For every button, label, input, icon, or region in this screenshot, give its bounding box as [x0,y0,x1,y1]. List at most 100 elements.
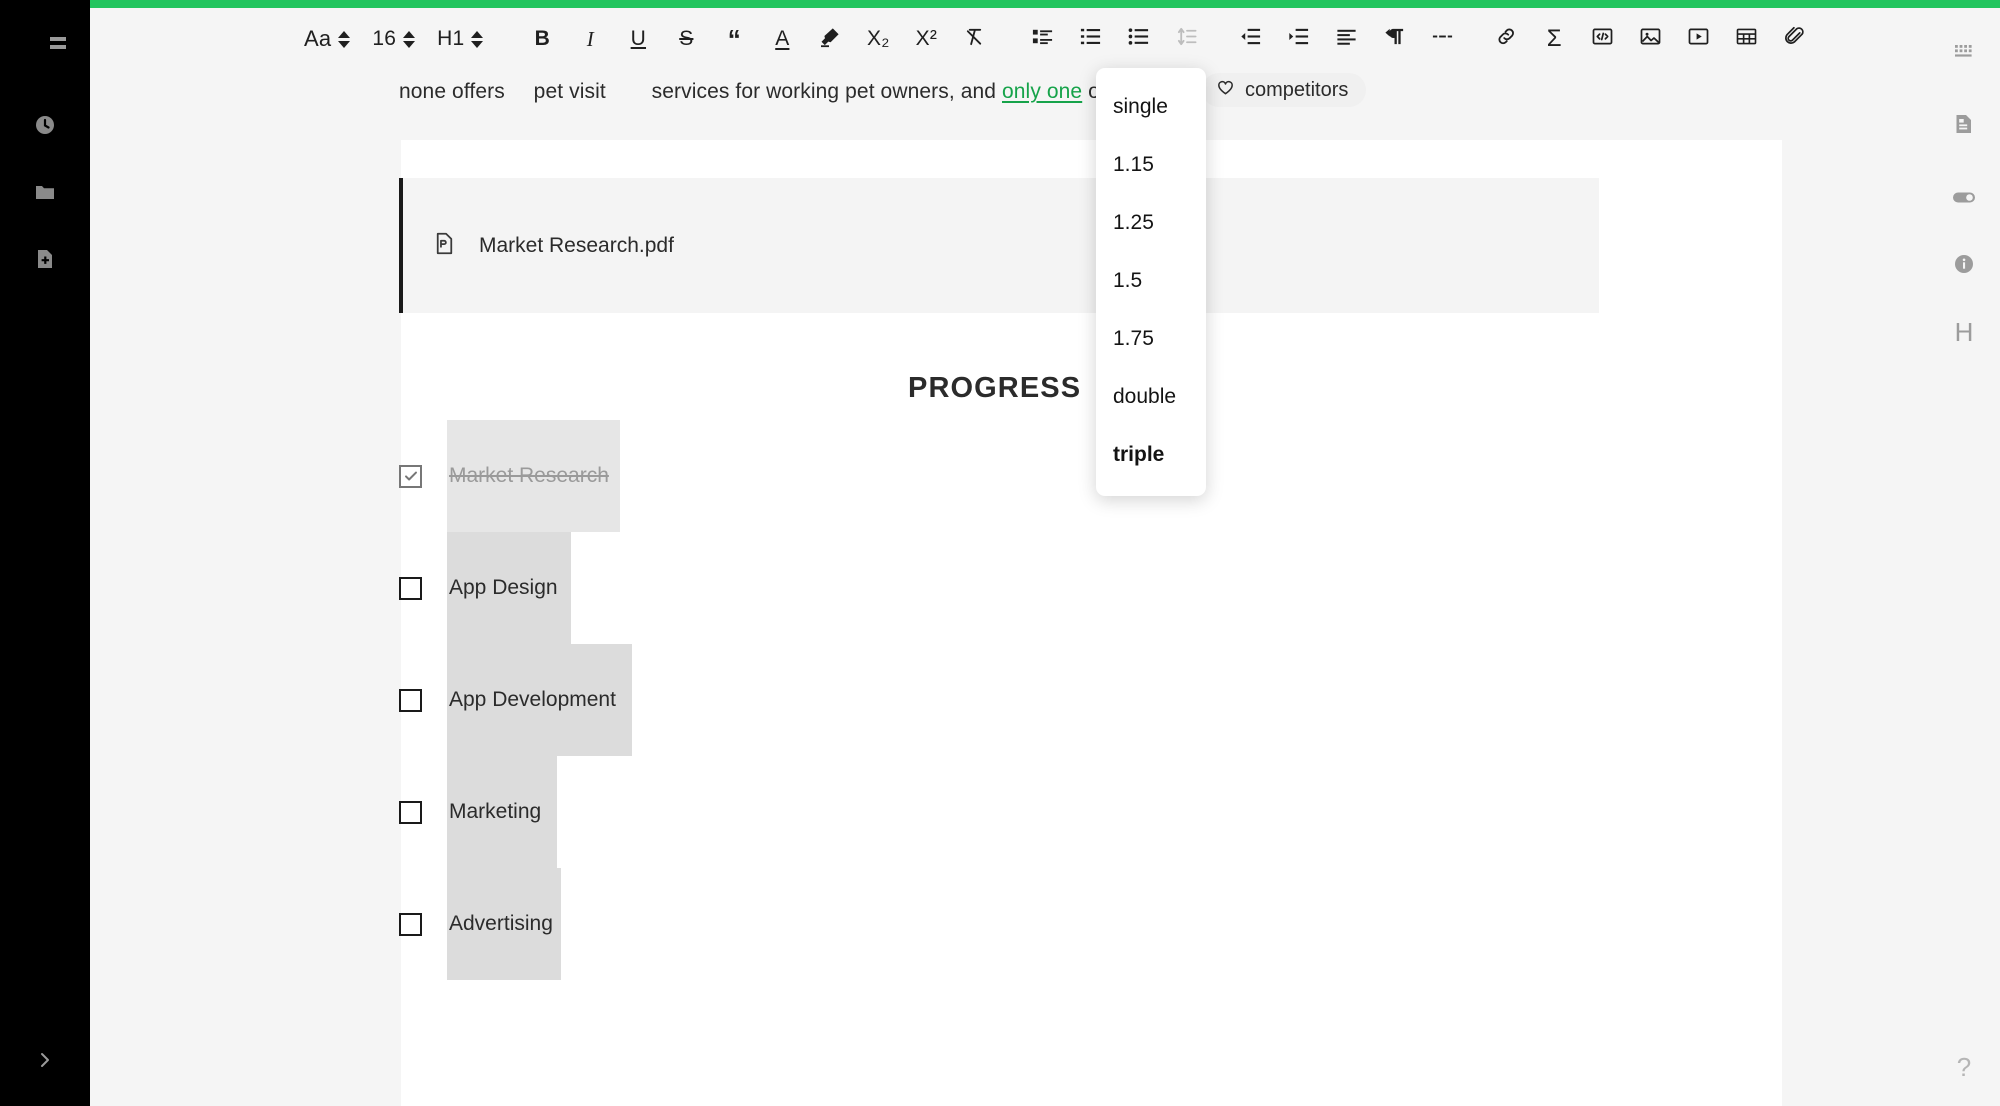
font-size-select[interactable]: 16 [368,18,419,60]
chevron-updown-icon[interactable] [403,30,416,48]
right-item-toggle[interactable] [1945,180,1983,218]
right-item-headings[interactable]: H [1945,313,1983,351]
attachment-button[interactable] [1777,18,1811,60]
checklist-item-advertising[interactable]: Advertising [399,868,616,980]
checklist-icon [1031,25,1054,53]
heading-level-select[interactable]: H1 [433,18,487,60]
checklist-item-marketing[interactable]: Marketing [399,756,616,868]
checkbox-checked[interactable] [399,464,422,488]
heart-icon [1216,78,1235,103]
checkbox-unchecked[interactable] [399,688,422,712]
bold-label: B [534,27,551,50]
checklist-button[interactable] [1025,18,1059,60]
right-item-document-info[interactable] [1945,107,1983,145]
italic-button[interactable]: I [573,18,607,60]
numbered-list-button[interactable] [1073,18,1107,60]
heading-outline-icon: H [1954,316,1974,347]
checklist: Market Research App Design App Developme… [399,420,632,980]
equation-button[interactable]: Σ [1537,18,1571,60]
line-spacing-option-175[interactable]: 1.75 [1096,310,1206,368]
clear-formatting-button[interactable] [957,18,991,60]
help-button[interactable]: ? [1945,1048,1983,1086]
app-root: none offers pet visit services for worki… [0,0,2000,1106]
outdent-icon [1239,25,1262,53]
progress-heading: PROGRESS [908,372,1082,404]
pdf-file-icon [432,231,457,261]
italic-label: I [586,26,594,51]
heading-level-value: H1 [437,27,465,50]
line-spacing-option-double[interactable]: double [1096,368,1206,426]
help-icon: ? [1956,1051,1972,1082]
checklist-item-app-design[interactable]: App Design [399,532,616,644]
quote-icon: “ [727,24,741,54]
text-direction-button[interactable] [1377,18,1411,60]
horizontal-rule-button[interactable] [1425,18,1459,60]
checklist-item-app-development[interactable]: App Development [399,644,632,756]
align-button[interactable] [1329,18,1363,60]
code-block-button[interactable] [1585,18,1619,60]
document-paragraph[interactable]: none offers pet visit services for worki… [399,80,1111,104]
checklist-item-market-research[interactable]: Market Research [399,420,620,532]
video-button[interactable] [1681,18,1715,60]
checklist-item-label: Marketing [449,800,542,823]
expand-sidebar-button[interactable] [26,1043,64,1081]
paragraph-part-2: pet visit [533,80,606,103]
inline-link[interactable]: only one [1002,80,1082,103]
line-spacing-option-triple[interactable]: triple [1096,426,1206,484]
subscript-label: X₂ [867,27,890,50]
checkbox-unchecked[interactable] [399,576,422,600]
chevron-updown-icon[interactable] [338,30,351,48]
numbered-list-icon [1079,25,1102,53]
image-icon [1639,25,1662,53]
link-button[interactable] [1489,18,1523,60]
strikethrough-label: S [679,27,694,50]
app-logo[interactable] [22,22,68,68]
link-icon [1495,25,1518,53]
right-item-keyboard-shortcuts[interactable] [1945,34,1983,72]
checkbox-unchecked[interactable] [399,800,422,824]
checkbox-unchecked[interactable] [399,912,422,936]
underline-button[interactable]: U [621,18,655,60]
line-spacing-option-single[interactable]: single [1096,78,1206,136]
info-circle-icon [1952,252,1976,281]
bold-button[interactable]: B [525,18,559,60]
highlighter-button[interactable] [813,18,847,60]
chevron-updown-icon[interactable] [471,30,484,48]
line-spacing-dropdown[interactable]: single 1.15 1.25 1.5 1.75 double triple [1096,68,1206,496]
accent-bar [90,0,2000,8]
clear-formatting-icon [963,25,986,53]
right-item-info[interactable] [1945,247,1983,285]
checklist-item-label: Advertising [449,912,553,935]
blockquote-button[interactable]: “ [717,18,751,60]
checklist-item-label: Market Research [449,464,609,487]
indent-button[interactable] [1281,18,1315,60]
line-spacing-button[interactable] [1169,18,1203,60]
tag-chip-competitors[interactable]: competitors [1202,73,1367,107]
sidebar-item-folders[interactable] [26,173,64,211]
subscript-button[interactable]: X₂ [861,18,895,60]
recent-icon [33,113,57,137]
code-icon [1591,25,1614,53]
left-sidebar [0,0,90,1106]
line-spacing-option-125[interactable]: 1.25 [1096,194,1206,252]
line-spacing-option-115[interactable]: 1.15 [1096,136,1206,194]
attachment-block[interactable]: Market Research.pdf [399,178,1599,313]
underline-label: U [630,27,647,50]
superscript-button[interactable]: X² [909,18,943,60]
line-spacing-option-15[interactable]: 1.5 [1096,252,1206,310]
toggle-switch-icon [1951,184,1977,215]
table-button[interactable] [1729,18,1763,60]
text-color-button[interactable]: A [765,18,799,60]
paragraph-part-3: services for working pet owners, and [651,80,997,103]
strikethrough-button[interactable]: S [669,18,703,60]
table-icon [1735,25,1758,53]
sidebar-item-recent[interactable] [26,106,64,144]
image-button[interactable] [1633,18,1667,60]
text-color-icon: A [775,27,790,50]
line-spacing-icon [1175,25,1198,53]
paragraph-part-1: none offers [399,80,505,103]
bullet-list-button[interactable] [1121,18,1155,60]
font-family-select[interactable]: Aa [300,18,354,60]
outdent-button[interactable] [1233,18,1267,60]
sidebar-item-new-document[interactable] [26,240,64,278]
